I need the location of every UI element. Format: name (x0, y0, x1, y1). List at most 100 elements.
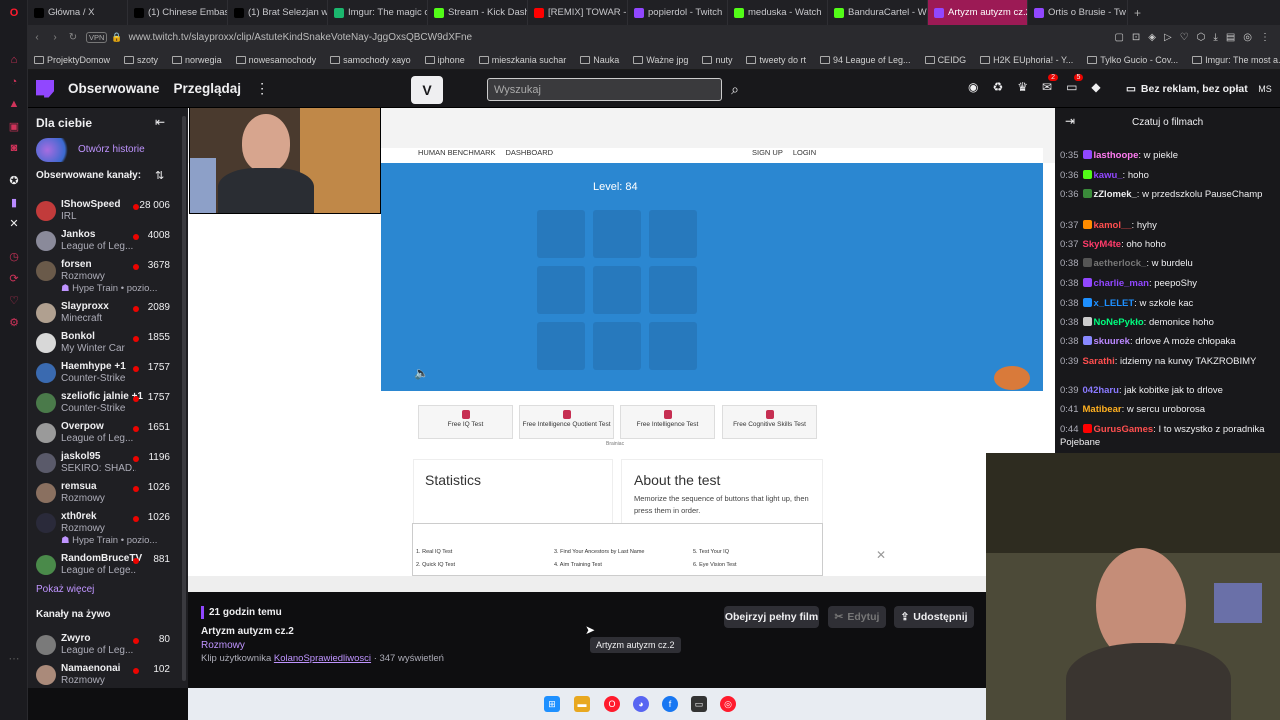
gem-icon[interactable]: ◆ (1091, 80, 1100, 94)
watch-full-button[interactable]: Obejrzyj pełny film (724, 606, 819, 628)
tab-9[interactable]: Artyzm autyzm cz.2 (928, 0, 1028, 25)
nav-following[interactable]: Obserwowane (68, 81, 160, 96)
history-icon[interactable]: ◷ (6, 248, 22, 264)
vpn-badge[interactable]: VPN (86, 32, 108, 43)
clock-icon[interactable]: ⟳ (6, 270, 22, 286)
bag-icon[interactable]: ▲ (6, 96, 22, 112)
terminal-icon[interactable]: ▭ (691, 696, 707, 712)
sort-icon[interactable]: ⇅ (155, 169, 164, 182)
bookmark-item[interactable]: nowesamochody (230, 55, 323, 65)
memory-tile[interactable] (593, 266, 641, 314)
crown-icon[interactable]: ♛ (1017, 80, 1028, 94)
ad-card[interactable]: Free Cognitive Skills Test (722, 405, 817, 439)
search-icon[interactable]: ⌕ (723, 78, 747, 101)
channel-item[interactable]: Zwyro League of Leg... 80 (28, 632, 188, 662)
back-icon[interactable]: ‹ (28, 32, 46, 43)
chat-username[interactable]: aetherlock_ (1094, 258, 1147, 269)
shield-icon[interactable]: ◈ (1148, 32, 1156, 43)
clip-category[interactable]: Rozmowy (201, 640, 245, 651)
camera-icon[interactable]: ▢ (1114, 32, 1123, 43)
ad-link[interactable]: 5. Test Your IQ (693, 549, 729, 555)
nav-dashboard[interactable]: DASHBOARD (506, 148, 554, 157)
open-stories-link[interactable]: Otwórz historie (78, 144, 145, 155)
new-tab-icon[interactable]: + (1134, 6, 1141, 20)
chat-username[interactable]: Sarathi (1083, 356, 1115, 367)
home-icon[interactable]: ⌂ (6, 52, 22, 68)
chat-username[interactable]: 042haru (1083, 385, 1119, 396)
ad-free-button[interactable]: ▭ Bez reklam, bez opłat (1126, 79, 1248, 99)
more-icon[interactable]: ⋮ (255, 80, 269, 97)
ticket-icon[interactable]: ▣ (6, 118, 22, 134)
chat-username[interactable]: lasthoope (1094, 150, 1139, 161)
discord-icon[interactable]: ◕ (633, 696, 649, 712)
ad-link[interactable]: 1. Real IQ Test (416, 549, 452, 555)
notifications-icon[interactable]: ▭ 5 (1066, 74, 1084, 94)
url-field[interactable]: www.twitch.tv/slayproxx/clip/AstuteKindS… (129, 32, 472, 43)
memory-tile[interactable] (537, 266, 585, 314)
facebook-icon[interactable]: f (662, 696, 678, 712)
bookmark-item[interactable]: iphone (419, 55, 471, 65)
download-icon[interactable]: ⤓ (1213, 32, 1217, 43)
memory-tile[interactable] (593, 210, 641, 258)
aria-icon[interactable]: ◎ (1243, 32, 1252, 43)
chat-username[interactable]: kamol__ (1094, 220, 1132, 231)
bookmark-item[interactable]: samochody xayo (324, 55, 417, 65)
memory-tile[interactable] (649, 266, 697, 314)
chat-username[interactable]: kawu_ (1094, 170, 1123, 181)
file-explorer-icon[interactable]: ▬ (574, 696, 590, 712)
bookmark-item[interactable]: Nauka (574, 55, 625, 65)
twitch-logo-icon[interactable] (36, 79, 54, 98)
extension-logo-icon[interactable]: V (411, 76, 443, 104)
tab-3[interactable]: Imgur: The magic o (328, 0, 428, 25)
tab-4[interactable]: Stream - Kick Dash (428, 0, 528, 25)
channel-item[interactable]: remsua Rozmowy 1026 (28, 480, 188, 510)
channel-item[interactable]: xth0rek Rozmowy ☗ Hype Train • pozio... … (28, 510, 188, 546)
memory-tile[interactable] (649, 210, 697, 258)
channel-item[interactable]: Slayproxx Minecraft 2089 (28, 300, 188, 330)
bookmark-item[interactable]: Imgur: The most a... (1186, 55, 1280, 65)
tab-7[interactable]: meduska - Watch (728, 0, 828, 25)
ad-card[interactable]: Free Intelligence Test (620, 405, 715, 439)
bookmark-item[interactable]: tweety do rt (740, 55, 812, 65)
tab-6[interactable]: popierdol - Twitch (628, 0, 728, 25)
tab-10[interactable]: Ortis o Brusie - Tw (1028, 0, 1128, 25)
sign-up-link[interactable]: SIGN UP (752, 148, 783, 157)
bookmark-item[interactable]: CEIDG (919, 55, 973, 65)
wallet-icon[interactable]: ▤ (1226, 32, 1235, 43)
bookmark-item[interactable]: 94 League of Leg... (814, 55, 917, 65)
bookmark-item[interactable]: H2K EUphoria! - Y... (974, 55, 1079, 65)
tab-8[interactable]: BanduraCartel - W (828, 0, 928, 25)
volume-icon[interactable]: 🔈 (414, 366, 429, 380)
channel-item[interactable]: Jankos League of Leg... 4008 (28, 228, 188, 258)
sidebar-scrollbar[interactable] (180, 108, 188, 688)
channel-item[interactable]: Overpow League of Leg... 1651 (28, 420, 188, 450)
channel-item[interactable]: jaskol95 SEKIRO: SHAD... 1196 (28, 450, 188, 480)
nav-human-benchmark[interactable]: HUMAN BENCHMARK (418, 148, 496, 157)
opera-logo-icon[interactable]: O (6, 5, 22, 21)
inbox-icon[interactable]: ✉ 2 (1042, 74, 1059, 94)
ad-link[interactable]: 2. Quick IQ Test (416, 562, 455, 568)
search-input[interactable]: Wyszukaj (487, 78, 722, 101)
channel-points-icon[interactable]: ♻ (992, 80, 1003, 94)
chat-username[interactable]: skuurek (1094, 336, 1130, 347)
memory-tile[interactable] (537, 322, 585, 370)
radar-icon[interactable]: ◉ (968, 80, 978, 94)
chat-username[interactable]: NoNePykło (1094, 317, 1144, 328)
x-icon[interactable]: ✕ (6, 215, 22, 231)
close-ad-icon[interactable]: ✕ (876, 548, 886, 562)
opera-icon[interactable]: O (604, 696, 620, 712)
twitch-icon[interactable]: ▮ (6, 194, 22, 210)
avatar[interactable]: MS (1255, 80, 1275, 98)
channel-item[interactable]: RandomBruceTV League of Lege... 881 (28, 552, 188, 582)
chat-username[interactable]: SkyM4te (1083, 239, 1122, 250)
tab-0[interactable]: Główna / X (28, 0, 128, 25)
channel-item[interactable]: szeliofic jalnie +1 Counter-Strike 1757 (28, 390, 188, 420)
menu-icon[interactable]: ⋮ (1260, 32, 1270, 43)
nav-browse[interactable]: Przeglądaj (174, 81, 242, 96)
memory-tile[interactable] (649, 322, 697, 370)
collapse-icon[interactable]: ⇤ (155, 115, 165, 129)
tab-5[interactable]: [REMIX] TOWAR - (528, 0, 628, 25)
login-link[interactable]: LOGIN (793, 148, 816, 157)
more-icon[interactable]: ⋯ (6, 650, 22, 666)
extensions-icon[interactable]: ⬡ (1197, 32, 1206, 43)
